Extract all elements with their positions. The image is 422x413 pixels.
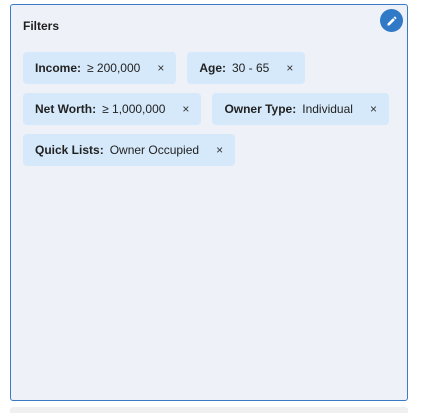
chip-label: Owner Type: (224, 102, 297, 116)
close-icon[interactable]: × (216, 144, 223, 156)
filter-chip-quick-lists: Quick Lists: Owner Occupied × (23, 134, 236, 166)
chip-label: Income: (35, 61, 82, 75)
chip-value: ≥ 200,000 (87, 61, 141, 75)
close-icon[interactable]: × (370, 103, 377, 115)
chip-label: Age: (199, 61, 226, 75)
chip-value: Owner Occupied (109, 143, 200, 157)
chip-label: Quick Lists: (35, 143, 104, 157)
chip-label: Net Worth: (35, 102, 97, 116)
filters-panel: Filters Income: ≥ 200,000 × Age: 30 - 65… (10, 4, 408, 401)
close-icon[interactable]: × (182, 103, 189, 115)
next-panel-edge (10, 407, 408, 413)
filter-chip-owner-type: Owner Type: Individual × (212, 93, 389, 125)
chip-value: Individual (302, 102, 353, 116)
chip-value: 30 - 65 (232, 61, 270, 75)
filter-chip-net-worth: Net Worth: ≥ 1,000,000 × (23, 93, 202, 125)
chip-value: ≥ 1,000,000 (102, 102, 166, 116)
filters-title: Filters (23, 19, 60, 33)
filter-chip-income: Income: ≥ 200,000 × (23, 52, 177, 84)
close-icon[interactable]: × (157, 62, 164, 74)
pencil-icon (387, 15, 397, 25)
edit-filters-button[interactable] (380, 9, 403, 32)
filter-chip-age: Age: 30 - 65 × (187, 52, 306, 84)
close-icon[interactable]: × (286, 62, 293, 74)
filter-chip-list: Income: ≥ 200,000 × Age: 30 - 65 × Net W… (23, 52, 399, 166)
